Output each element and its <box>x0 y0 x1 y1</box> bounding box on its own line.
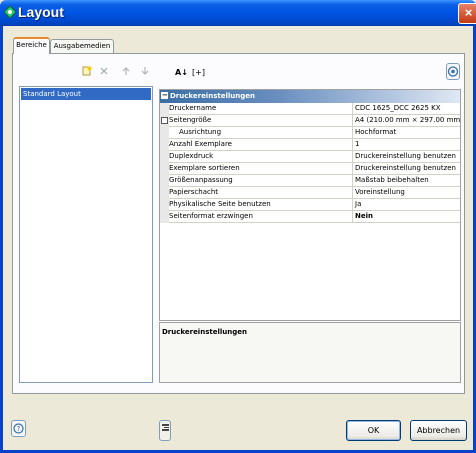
property-value[interactable]: Druckereinstellung benutzen <box>353 151 460 162</box>
ok-button-label: OK <box>367 426 380 435</box>
property-row-ausrichtung[interactable]: Ausrichtung Hochformat <box>160 127 460 139</box>
expand-property-icon[interactable] <box>161 117 168 124</box>
property-name: Seitengröße <box>169 115 353 126</box>
close-icon: × <box>464 5 473 20</box>
row-gutter <box>160 151 169 163</box>
list-item[interactable]: Standard Layout <box>21 88 151 100</box>
sort-alphabetical-icon: A↓ <box>175 68 188 77</box>
property-row-duplexdruck[interactable]: Duplexdruck Druckereinstellung benutzen <box>160 151 460 163</box>
property-value[interactable]: Druckereinstellung benutzen <box>353 163 460 174</box>
property-name: Physikalische Seite benutzen <box>169 199 353 210</box>
property-value[interactable]: Hochformat <box>353 127 460 138</box>
property-row-seitengroesse[interactable]: Seitengröße A4 (210.00 mm × 297.00 mm) <box>160 115 460 127</box>
description-title: Druckereinstellungen <box>162 328 247 336</box>
property-value[interactable]: Ja <box>353 199 460 210</box>
move-up-icon[interactable] <box>121 66 131 76</box>
row-gutter <box>160 127 169 139</box>
row-gutter <box>160 175 169 187</box>
property-value[interactable]: 1 <box>353 139 460 150</box>
ok-button[interactable]: OK <box>346 420 401 441</box>
property-name: Duplexdruck <box>169 151 353 162</box>
help-icon <box>447 66 459 77</box>
delete-layout-icon[interactable] <box>99 66 109 76</box>
window-title: Layout <box>18 4 64 20</box>
tab-bereiche-label: Bereiche <box>16 41 47 49</box>
category-label: Druckereinstellungen <box>170 92 255 100</box>
help-button-bottom[interactable]: ? <box>11 420 26 437</box>
property-row-seitenformat-erzwingen[interactable]: Seitenformat erzwingen Nein <box>160 211 460 223</box>
property-value[interactable]: Nein <box>353 211 460 222</box>
tab-bereiche[interactable]: Bereiche <box>13 37 50 54</box>
cancel-button[interactable]: Abbrechen <box>410 420 467 441</box>
property-name: Größenanpassung <box>169 175 353 186</box>
property-value[interactable]: Maßstab beibehalten <box>353 175 460 186</box>
svg-text:?: ? <box>17 425 21 433</box>
property-name: Ausrichtung <box>169 127 353 138</box>
property-name: Papierschacht <box>169 187 353 198</box>
cancel-button-label: Abbrechen <box>416 426 461 435</box>
row-gutter <box>160 187 169 199</box>
property-row-groessenanpassung[interactable]: Größenanpassung Maßstab beibehalten <box>160 175 460 187</box>
property-value[interactable]: CDC 1625_DCC 2625 KX <box>353 103 460 114</box>
help-button-top[interactable] <box>446 63 460 80</box>
categorized-icon <box>161 424 169 431</box>
row-gutter <box>160 139 169 151</box>
new-layout-icon[interactable] <box>82 66 92 76</box>
row-gutter <box>160 103 169 115</box>
move-down-icon[interactable] <box>140 66 150 76</box>
tab-ausgabemedien[interactable]: Ausgabemedien <box>50 39 114 53</box>
property-grid[interactable]: − Druckereinstellungen Druckername CDC 1… <box>159 89 461 321</box>
category-header[interactable]: − Druckereinstellungen <box>160 90 460 103</box>
categorized-view-button[interactable] <box>159 420 171 441</box>
property-row-druckername[interactable]: Druckername CDC 1625_DCC 2625 KX <box>160 103 460 115</box>
property-row-physikalische-seite[interactable]: Physikalische Seite benutzen Ja <box>160 199 460 211</box>
property-pages-button[interactable]: [+] <box>192 66 206 80</box>
layout-app-icon <box>4 6 16 18</box>
property-name: Anzahl Exemplare <box>169 139 353 150</box>
collapse-category-icon[interactable]: − <box>161 92 168 99</box>
property-row-papierschacht[interactable]: Papierschacht Voreinstellung <box>160 187 460 199</box>
description-pane: Druckereinstellungen <box>159 322 461 383</box>
title-bar: Layout <box>0 0 476 26</box>
property-pages-icon: [+] <box>192 68 205 77</box>
property-name: Seitenformat erzwingen <box>169 211 353 222</box>
property-value[interactable]: A4 (210.00 mm × 297.00 mm) <box>353 115 460 126</box>
row-gutter <box>160 211 169 223</box>
sort-alphabetical-button[interactable]: A↓ <box>175 66 189 80</box>
tab-ausgabemedien-label: Ausgabemedien <box>53 42 111 50</box>
property-row-exemplare-sortieren[interactable]: Exemplare sortieren Druckereinstellung b… <box>160 163 460 175</box>
property-row-anzahl-exemplare[interactable]: Anzahl Exemplare 1 <box>160 139 460 151</box>
row-gutter <box>160 163 169 175</box>
layout-list[interactable]: Standard Layout <box>19 86 153 383</box>
window-frame-left <box>0 26 3 453</box>
help-icon: ? <box>13 423 24 434</box>
list-item-label: Standard Layout <box>23 90 81 98</box>
close-button[interactable]: × <box>458 3 476 24</box>
property-name: Druckername <box>169 103 353 114</box>
property-name: Exemplare sortieren <box>169 163 353 174</box>
property-value[interactable]: Voreinstellung <box>353 187 460 198</box>
row-gutter <box>160 199 169 211</box>
